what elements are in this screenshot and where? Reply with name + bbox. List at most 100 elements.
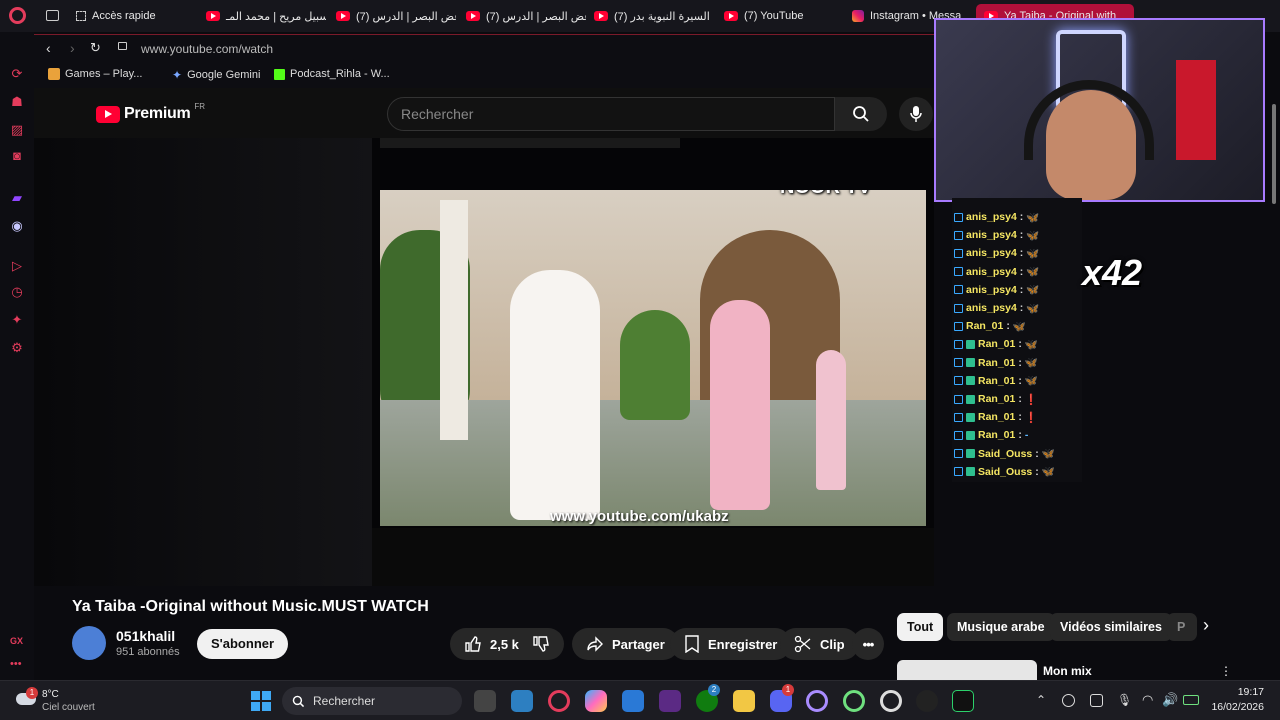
chat-username[interactable]: Ran_01 [978,357,1015,369]
store-icon[interactable] [622,690,644,712]
reload-icon[interactable]: ↻ [90,40,101,56]
mic-icon[interactable]: 🎙 [1117,693,1132,707]
url-field[interactable]: www.youtube.com/watch [141,42,273,56]
up-next-thumbnail[interactable] [897,660,1037,680]
channel-name[interactable]: 051khalil [116,628,175,644]
subscribe-button[interactable]: S'abonner [197,629,289,659]
chat-username[interactable]: Said_Ouss [978,448,1032,460]
settings-icon[interactable]: ⚙ [9,340,25,356]
like-icon [465,636,481,652]
ai-icon[interactable]: ☗ [9,94,25,110]
page-scrollbar[interactable] [1272,104,1276,204]
share-button[interactable]: Partager [572,628,679,660]
steam-icon[interactable] [916,690,938,712]
discord-app-icon[interactable]: 1 [770,684,794,712]
chat-username[interactable]: Ran_01 [978,375,1015,387]
opera-gx-app-icon[interactable] [659,690,681,712]
video-frame[interactable]: NOOR TV www.youtube.com/ukabz [380,190,926,526]
chat-username[interactable]: anis_psy4 [966,302,1017,314]
photos-app-icon[interactable] [511,690,533,712]
chat-username[interactable]: anis_psy4 [966,266,1017,278]
tab-quick-access[interactable]: Accès rapide [76,6,186,26]
messenger-icon[interactable]: ◙ [9,148,25,164]
windows-start-icon[interactable] [251,691,271,711]
up-next-more-icon[interactable]: ⋮ [1220,664,1232,678]
tab-youtube-5[interactable]: (7) YouTube [724,6,834,26]
bookmark-podcast[interactable]: Podcast_Rihla - W... [274,68,390,80]
tab-youtube-3[interactable]: (7) غض البصر | الدرس [466,6,586,26]
bookmark-icon [48,68,60,80]
opera-purple-icon[interactable] [806,690,828,712]
opera-green-icon[interactable] [843,690,865,712]
twitch-icon[interactable]: ▰ [9,190,25,206]
chat-username[interactable]: anis_psy4 [966,211,1017,223]
file-explorer-icon[interactable] [733,690,755,712]
voice-search-button[interactable] [899,97,933,131]
chat-username[interactable]: Ran_01 [978,411,1015,423]
sidebar-gx-label: GX [10,636,24,646]
more-icon[interactable]: ••• [10,658,22,670]
battery-icon[interactable] [1183,695,1199,705]
clip-label: Clip [820,636,845,652]
chat-badge-icon [954,248,963,258]
chevron-right-icon[interactable]: › [1203,615,1209,636]
bookmark-games[interactable]: Games – Play... [48,68,142,80]
chat-username[interactable]: Ran_01 [978,429,1015,441]
opera-white-icon[interactable] [880,690,902,712]
player-icon[interactable]: ▷ [9,258,25,274]
tray-chevron-icon[interactable]: ⌃ [1036,693,1046,707]
chat-badge-icon [954,321,963,331]
clip-button[interactable]: Clip [780,628,859,660]
task-view-icon[interactable] [474,690,496,712]
extensions-icon[interactable]: ✦ [9,312,25,328]
tray-icon-1[interactable] [1062,694,1075,707]
tab-manager-icon[interactable] [46,10,59,21]
weather-widget[interactable]: 1 8°C Ciel couvert [16,687,106,715]
xbox-icon[interactable]: 2 [696,684,720,712]
discord-icon[interactable]: ◉ [9,218,25,234]
gx-icon[interactable]: ▨ [9,122,25,138]
tab-youtube-2[interactable]: (7) غض البصر | الدرس [336,6,456,26]
wifi-icon[interactable]: ◠ [1142,692,1153,708]
tray-icon-2[interactable] [1090,694,1103,707]
bookmark-gemini[interactable]: ✦ Google Gemini [172,68,260,82]
more-actions-button[interactable]: ••• [852,628,884,660]
chip-similar-videos[interactable]: Vidéos similaires [1050,613,1172,641]
tab-label: Accès rapide [92,10,156,22]
up-next-title[interactable]: Mon mix [1043,664,1092,678]
chat-username[interactable]: anis_psy4 [966,247,1017,259]
save-button[interactable]: Enregistrer [670,628,792,660]
back-icon[interactable]: ‹ [46,40,51,56]
dislike-button[interactable] [520,628,564,660]
terminal-icon[interactable] [952,690,974,712]
tab-youtube-1[interactable]: سبيل مريح | محمد المـ [206,6,326,26]
chip-partial[interactable]: P [1167,613,1197,641]
chat-username[interactable]: anis_psy4 [966,229,1017,241]
opera-icon[interactable] [548,690,570,712]
copilot-icon[interactable] [585,690,607,712]
chat-username[interactable]: Ran_01 [978,393,1015,405]
chat-username[interactable]: anis_psy4 [966,284,1017,296]
opera-logo-icon[interactable] [9,7,26,24]
search-button[interactable] [835,97,887,131]
chat-username[interactable]: Ran_01 [966,320,1003,332]
chip-arab-music[interactable]: Musique arabe [947,613,1055,641]
taskbar-search[interactable]: Rechercher [282,687,462,715]
chat-sub-badge-icon [966,449,975,459]
search-input[interactable]: Rechercher [387,97,835,131]
speed-dial-icon[interactable]: ⟳ [9,66,25,82]
clock-date[interactable]: 16/02/2026 [1208,701,1264,713]
forward-icon[interactable]: › [70,40,75,56]
video-player[interactable]: NOOR TV www.youtube.com/ukabz [34,138,934,586]
chip-all[interactable]: Tout [897,613,944,641]
history-icon[interactable]: ◷ [9,284,25,300]
chat-username[interactable]: Ran_01 [978,338,1015,350]
tab-youtube-4[interactable]: (7) السيرة النبوية بدر [594,6,714,26]
clock-time[interactable]: 19:17 [1212,686,1264,698]
chat-username[interactable]: Said_Ouss [978,466,1032,478]
volume-icon[interactable]: 🔊 [1162,692,1178,708]
chat-badge-icon [954,212,963,222]
chat-text: 🦋 [1024,375,1038,388]
channel-avatar[interactable] [72,626,106,660]
youtube-logo[interactable]: Premium FR [96,102,205,123]
